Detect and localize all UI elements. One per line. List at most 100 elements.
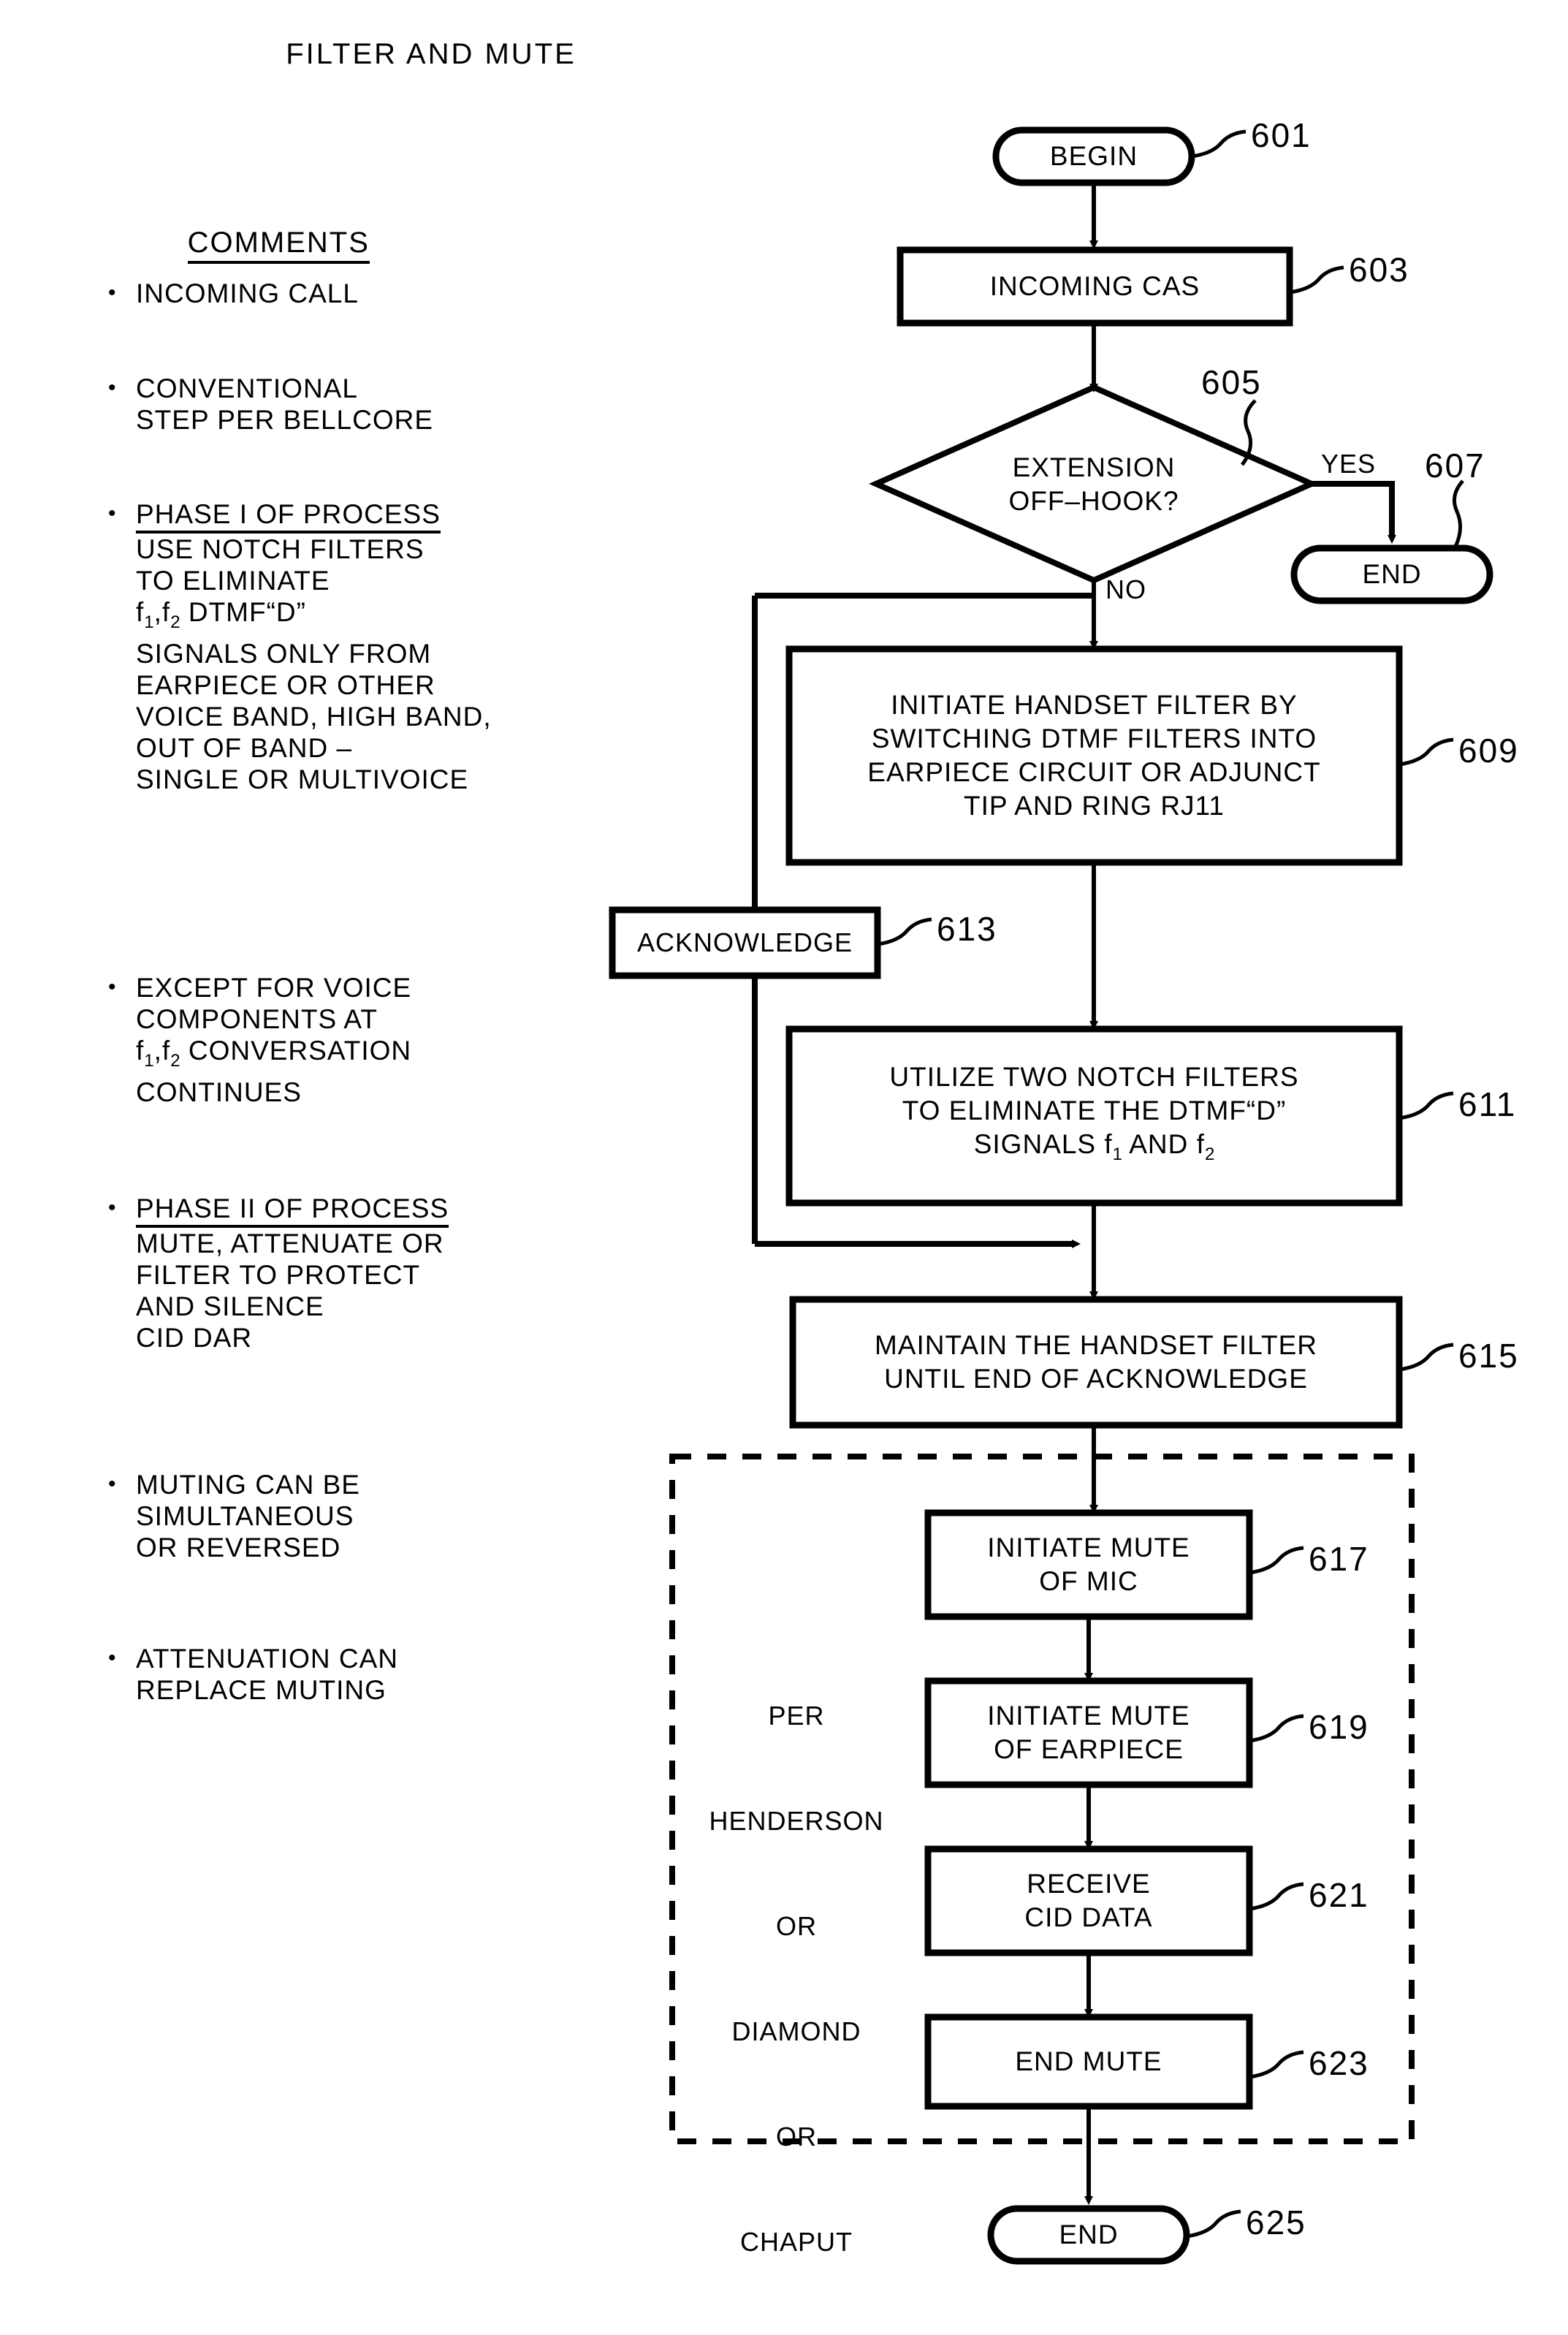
bullet-icon: • bbox=[108, 1196, 117, 1220]
comment-line: EXCEPT FOR VOICE bbox=[136, 973, 412, 1003]
ref-numeral-615: 615 bbox=[1458, 1337, 1519, 1375]
patent-figure-sheet: FILTER AND MUTE COMMENTS • INCOMING CALL… bbox=[0, 0, 1568, 2335]
figure-title: FILTER AND MUTE bbox=[286, 38, 576, 70]
node-initiate-handset-filter: INITIATE HANDSET FILTER BY SWITCHING DTM… bbox=[789, 649, 1399, 862]
comment-item: • PHASE II OF PROCESS MUTE, ATTENUATE OR… bbox=[108, 1193, 547, 1353]
ref-numeral-623: 623 bbox=[1309, 2044, 1369, 2082]
ref-numeral-625: 625 bbox=[1246, 2203, 1306, 2241]
node-acknowledge: ACKNOWLEDGE bbox=[612, 910, 878, 976]
mute-mic-line1: INITIATE MUTE bbox=[987, 1533, 1190, 1563]
comment-item: • ATTENUATION CAN REPLACE MUTING bbox=[108, 1643, 547, 1706]
comment-line: USE NOTCH FILTERS bbox=[136, 534, 425, 564]
bullet-icon: • bbox=[108, 376, 117, 400]
comment-item: • INCOMING CALL bbox=[108, 278, 547, 309]
node-end-final: END bbox=[991, 2209, 1187, 2261]
ref-numeral-607: 607 bbox=[1425, 447, 1485, 485]
comment-line: MUTING CAN BE bbox=[136, 1470, 360, 1500]
comments-heading-text: COMMENTS bbox=[187, 227, 370, 264]
mute-group-label: PER HENDERSON OR DIAMOND OR CHAPUT bbox=[705, 1628, 888, 2330]
comment-line: SINGLE OR MULTIVOICE bbox=[136, 764, 469, 794]
edge-label-no: NO bbox=[1105, 574, 1146, 604]
group-label-line: CHAPUT bbox=[739, 2227, 853, 2257]
ref-numeral-605: 605 bbox=[1201, 363, 1262, 401]
comment-line: VOICE BAND, HIGH BAND, bbox=[136, 702, 492, 732]
ref-numeral-621: 621 bbox=[1309, 1876, 1369, 1914]
comment-item: • EXCEPT FOR VOICE COMPONENTS AT f1,f2 C… bbox=[108, 972, 547, 1108]
ref-numeral-619: 619 bbox=[1309, 1708, 1369, 1746]
node-end-mute-label: END MUTE bbox=[1015, 2046, 1162, 2076]
comment-line: CONVENTIONAL bbox=[136, 373, 358, 403]
comment-item: • CONVENTIONAL STEP PER BELLCORE bbox=[108, 373, 547, 436]
node-acknowledge-label: ACKNOWLEDGE bbox=[636, 927, 853, 957]
node-begin-label: BEGIN bbox=[1049, 141, 1138, 171]
mute-earpiece-line2: OF EARPIECE bbox=[994, 1734, 1184, 1764]
group-label-line: HENDERSON bbox=[709, 1806, 884, 1836]
comment-line: OUT OF BAND – bbox=[136, 733, 353, 763]
ref-numeral-617: 617 bbox=[1309, 1540, 1369, 1578]
maintain-line2: UNTIL END OF ACKNOWLEDGE bbox=[884, 1364, 1308, 1394]
mute-mic-line2: OF MIC bbox=[1039, 1566, 1138, 1596]
node-end-mute: END MUTE bbox=[928, 2017, 1249, 2106]
comment-line: ATTENUATION CAN bbox=[136, 1644, 398, 1674]
node-initiate-mute-earpiece: INITIATE MUTE OF EARPIECE bbox=[928, 1681, 1249, 1785]
bullet-icon: • bbox=[108, 501, 117, 525]
comment-line: REPLACE MUTING bbox=[136, 1675, 387, 1705]
node-end-yes: END bbox=[1294, 548, 1490, 601]
node-utilize-notch-filters: UTILIZE TWO NOTCH FILTERS TO ELIMINATE T… bbox=[789, 1029, 1399, 1203]
comment-line: SIMULTANEOUS bbox=[136, 1501, 354, 1531]
group-label-line: OR bbox=[776, 1911, 817, 1941]
bullet-icon: • bbox=[108, 975, 117, 999]
initiate-filter-line3: EARPIECE CIRCUIT OR ADJUNCT bbox=[867, 757, 1321, 787]
notch-line3: SIGNALS f1 AND f2 bbox=[973, 1129, 1215, 1164]
decision-label-line2: OFF–HOOK? bbox=[1008, 486, 1179, 516]
node-initiate-mute-mic: INITIATE MUTE OF MIC bbox=[928, 1513, 1249, 1617]
initiate-filter-line1: INITIATE HANDSET FILTER BY bbox=[891, 690, 1298, 720]
receive-cid-line2: CID DATA bbox=[1024, 1902, 1153, 1932]
comment-line: STEP PER BELLCORE bbox=[136, 405, 434, 435]
comment-item: • MUTING CAN BE SIMULTANEOUS OR REVERSED bbox=[108, 1469, 547, 1563]
bullet-icon: • bbox=[108, 281, 117, 305]
edge-label-yes: YES bbox=[1321, 449, 1377, 479]
node-end-yes-label: END bbox=[1362, 559, 1422, 589]
node-receive-cid-data: RECEIVE CID DATA bbox=[928, 1849, 1249, 1953]
comment-line: FILTER TO PROTECT bbox=[136, 1260, 421, 1290]
comment-line: SIGNALS ONLY FROM bbox=[136, 639, 432, 669]
node-maintain-handset-filter: MAINTAIN THE HANDSET FILTER UNTIL END OF… bbox=[793, 1299, 1399, 1425]
notch-line2: TO ELIMINATE THE DTMF“D” bbox=[902, 1096, 1287, 1125]
comment-line: AND SILENCE bbox=[136, 1291, 324, 1321]
comment-line: CID DAR bbox=[136, 1323, 253, 1353]
comment-line: EARPIECE OR OTHER bbox=[136, 670, 435, 700]
receive-cid-line1: RECEIVE bbox=[1027, 1869, 1151, 1899]
node-begin: BEGIN bbox=[996, 130, 1192, 183]
decision-label-line1: EXTENSION bbox=[1012, 452, 1176, 482]
ref-numeral-611: 611 bbox=[1458, 1085, 1517, 1123]
ref-numeral-609: 609 bbox=[1458, 732, 1519, 770]
comment-line: OR REVERSED bbox=[136, 1533, 341, 1563]
bullet-icon: • bbox=[108, 1646, 117, 1670]
comment-line: MUTE, ATTENUATE OR bbox=[136, 1229, 444, 1258]
maintain-line1: MAINTAIN THE HANDSET FILTER bbox=[874, 1330, 1318, 1360]
initiate-filter-line2: SWITCHING DTMF FILTERS INTO bbox=[871, 724, 1317, 753]
comment-subheading: PHASE II OF PROCESS bbox=[136, 1193, 449, 1228]
node-incoming-cas: INCOMING CAS bbox=[900, 250, 1290, 323]
bullet-icon: • bbox=[108, 1472, 117, 1496]
comment-line-formula: f1,f2 CONVERSATION bbox=[136, 1036, 412, 1071]
comment-line-formula: f1,f2 DTMF“D” bbox=[136, 597, 306, 632]
notch-line1: UTILIZE TWO NOTCH FILTERS bbox=[889, 1062, 1299, 1092]
node-incoming-cas-label: INCOMING CAS bbox=[989, 271, 1200, 301]
comment-subheading: PHASE I OF PROCESS bbox=[136, 498, 441, 534]
group-label-line: OR bbox=[776, 2122, 817, 2152]
node-decision-extension-offhook: EXTENSION OFF–HOOK? bbox=[935, 440, 1253, 529]
comment-line: INCOMING CALL bbox=[136, 278, 359, 308]
node-end-final-label: END bbox=[1059, 2220, 1119, 2249]
group-label-line: DIAMOND bbox=[731, 2016, 861, 2046]
mute-earpiece-line1: INITIATE MUTE bbox=[987, 1701, 1190, 1731]
comment-line: CONTINUES bbox=[136, 1077, 302, 1107]
ref-numeral-613: 613 bbox=[937, 910, 997, 948]
group-label-line: PER bbox=[768, 1701, 825, 1731]
ref-numeral-603: 603 bbox=[1349, 251, 1409, 289]
comment-item: • PHASE I OF PROCESS USE NOTCH FILTERS T… bbox=[108, 498, 547, 795]
comment-line: COMPONENTS AT bbox=[136, 1004, 378, 1034]
initiate-filter-line4: TIP AND RING RJ11 bbox=[964, 791, 1225, 821]
ref-numeral-601: 601 bbox=[1251, 116, 1312, 154]
